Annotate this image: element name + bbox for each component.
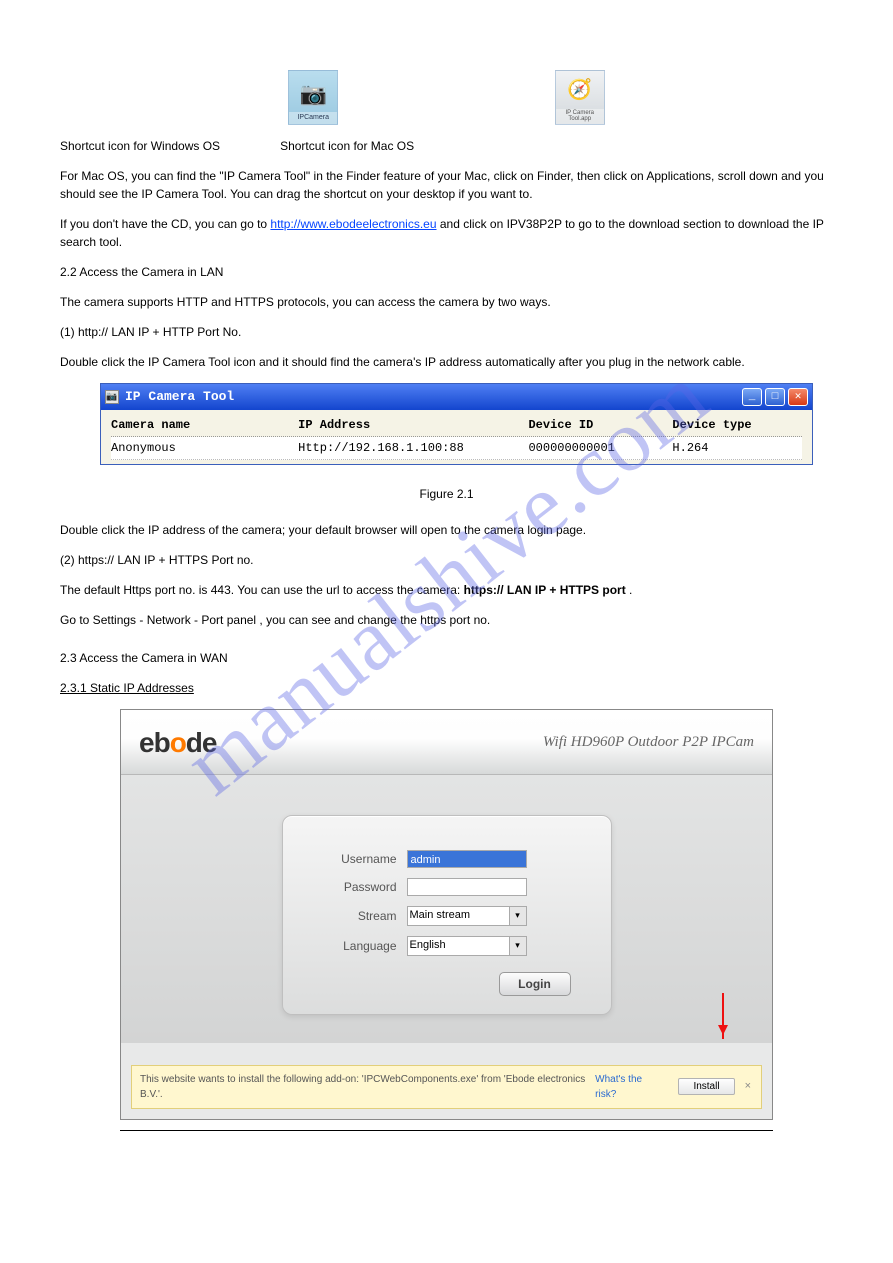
install-button[interactable]: Install [678, 1078, 734, 1095]
addon-close-icon[interactable]: × [743, 1078, 753, 1095]
ip-tool-header-row: Camera name IP Address Device ID Device … [111, 416, 802, 437]
ip-tool-data-row[interactable]: Anonymous Http://192.168.1.100:88 000000… [111, 437, 802, 460]
login-body: Username admin Password Stream Main stre… [121, 775, 772, 1043]
footer-rule [120, 1130, 773, 1131]
para-doubleclick-ip: Double click the IP address of the camer… [60, 521, 833, 539]
cell-device-type: H.264 [672, 439, 802, 457]
select-stream-value: Main stream [410, 907, 471, 924]
input-password[interactable] [407, 878, 527, 896]
col-camera-name: Camera name [111, 416, 298, 434]
app-title-icon: 📷 [105, 390, 119, 404]
select-stream[interactable]: Main stream [407, 906, 527, 926]
row-stream: Stream Main stream [307, 906, 587, 926]
ip-camera-tool-window: 📷 IP Camera Tool _ □ ✕ Camera name IP Ad… [100, 383, 813, 465]
select-language-value: English [410, 937, 446, 954]
https-port-text-b: https:// LAN IP + HTTPS port [464, 583, 626, 597]
row-password: Password [307, 878, 587, 896]
ip-tool-grid: Camera name IP Address Device ID Device … [101, 410, 812, 464]
maximize-button[interactable]: □ [765, 388, 785, 406]
cell-ip-address: Http://192.168.1.100:88 [298, 439, 528, 457]
input-username[interactable]: admin [407, 850, 527, 868]
login-panel: Username admin Password Stream Main stre… [282, 815, 612, 1015]
label-stream: Stream [307, 907, 397, 925]
select-language[interactable]: English [407, 936, 527, 956]
ipcamera-win-icon: 📷 IPCamera [288, 70, 338, 125]
window-title-text: IP Camera Tool [125, 387, 234, 407]
section-2-2-heading: 2.2 Access the Camera in LAN [60, 263, 833, 281]
https-port-text-a: The default Https port no. is 443. You c… [60, 583, 464, 597]
ebode-link[interactable]: http://www.ebodeelectronics.eu [270, 217, 436, 231]
icon-caption-mac: Shortcut icon for Mac OS [280, 139, 414, 153]
row-language: Language English [307, 936, 587, 956]
window-controls: _ □ ✕ [742, 388, 808, 406]
para-ip-tool-instr: Double click the IP Camera Tool icon and… [60, 353, 833, 371]
label-password: Password [307, 878, 397, 896]
brand-seg-2: de [186, 727, 217, 758]
section-2-3-heading: 2.3 Access the Camera in WAN [60, 649, 833, 667]
desktop-icons-row: 📷 IPCamera 🧭 IP Camera Tool.app [180, 70, 713, 125]
brand-logo: ebode [139, 722, 216, 764]
col-device-type: Device type [672, 416, 802, 434]
download-paragraph: If you don't have the CD, you can go to … [60, 215, 833, 251]
addon-notification-bar: This website wants to install the follow… [131, 1065, 762, 1109]
section-2-3-1-heading: 2.3.1 Static IP Addresses [60, 679, 833, 697]
para-http-https: The camera supports HTTP and HTTPS proto… [60, 293, 833, 311]
login-page-screenshot: ebode Wifi HD960P Outdoor P2P IPCam User… [120, 709, 773, 1120]
addon-message: This website wants to install the follow… [140, 1072, 587, 1102]
label-username: Username [307, 850, 397, 868]
camera-icon: 📷 [300, 77, 327, 110]
para-https-port: The default Https port no. is 443. You c… [60, 581, 833, 599]
window-title-bar: 📷 IP Camera Tool _ □ ✕ [101, 384, 812, 410]
sub-1-http-heading: (1) http:// LAN IP + HTTP Port No. [60, 323, 833, 341]
cell-device-id: 000000000001 [528, 439, 672, 457]
label-language: Language [307, 937, 397, 955]
login-subtitle: Wifi HD960P Outdoor P2P IPCam [543, 731, 754, 754]
compass-icon: 🧭 [567, 75, 592, 105]
cell-camera-name: Anonymous [111, 439, 298, 457]
brand-seg-o: o [170, 727, 186, 758]
minimize-button[interactable]: _ [742, 388, 762, 406]
ipcamera-win-icon-label: IPCamera [289, 112, 337, 125]
annotation-arrow [722, 993, 724, 1039]
ipcamera-mac-icon: 🧭 IP Camera Tool.app [555, 70, 605, 125]
icon-caption-win: Shortcut icon for Windows OS [60, 139, 220, 153]
login-button[interactable]: Login [499, 972, 571, 996]
row-username: Username admin [307, 850, 587, 868]
settings-port-text: Go to Settings - Network - Port panel , … [60, 613, 490, 627]
col-ip-address: IP Address [298, 416, 528, 434]
ipcamera-mac-icon-label: IP Camera Tool.app [556, 109, 604, 124]
sub-2-https-heading: (2) https:// LAN IP + HTTPS Port no. [60, 551, 833, 569]
para-settings-port: Go to Settings - Network - Port panel , … [60, 611, 833, 629]
login-header: ebode Wifi HD960P Outdoor P2P IPCam [121, 710, 772, 775]
close-button[interactable]: ✕ [788, 388, 808, 406]
mac-finder-paragraph: For Mac OS, you can find the "IP Camera … [60, 167, 833, 203]
col-device-id: Device ID [528, 416, 672, 434]
icon-caption-row: Shortcut icon for Windows OS Shortcut ic… [60, 137, 833, 155]
addon-risk-link[interactable]: What's the risk? [595, 1072, 662, 1102]
https-port-text-c: . [629, 583, 632, 597]
brand-seg-1: eb [139, 727, 170, 758]
figure-2-1-caption: Figure 2.1 [60, 485, 833, 503]
download-pre-text: If you don't have the CD, you can go to [60, 217, 270, 231]
